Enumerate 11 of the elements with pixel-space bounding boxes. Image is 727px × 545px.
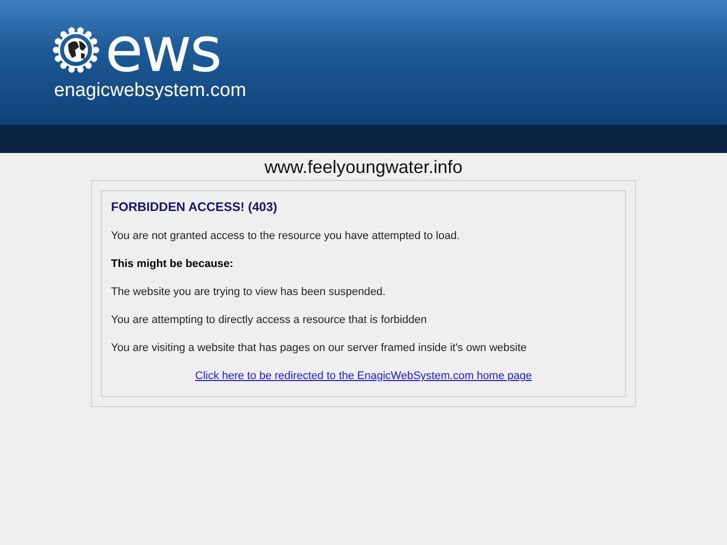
error-message: You are not granted access to the resource you have attempted to load. (111, 229, 461, 243)
logo-domain: enagicwebsystem.com (54, 80, 246, 102)
reason-text: You are attempting to directly access a resource that is forbidden (111, 313, 428, 327)
home-page-link[interactable]: Click here to be redirected to the EnagicWebSystem.com home page (195, 370, 532, 382)
error-title: FORBIDDEN ACCESS! (403) (111, 200, 278, 214)
site-domain-heading: www.feelyoungwater.info (264, 156, 463, 179)
globe-icon (51, 25, 101, 75)
reasons-heading: This might be because: (111, 257, 234, 271)
reason-text: You are visiting a website that has pages on our server framed inside it's own website (111, 341, 528, 355)
reason-text: The website you are trying to view has been suspended. (111, 285, 387, 299)
logo-wordmark: ews (105, 24, 220, 76)
